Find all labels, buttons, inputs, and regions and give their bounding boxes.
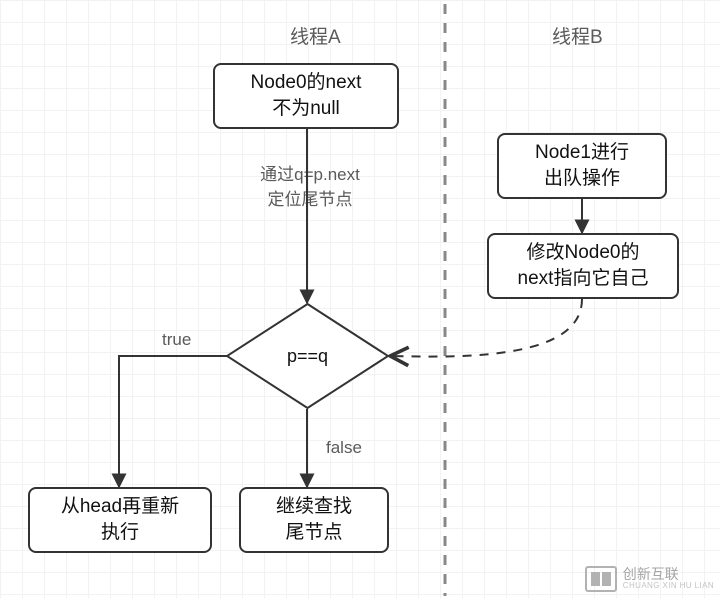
edge-decision-true — [119, 356, 227, 487]
watermark-sub: CHUANG XIN HU LIAN — [623, 582, 714, 590]
node-modify-b-text: 修改Node0的next指向它自己 — [518, 240, 649, 291]
watermark-brand: 创新互联 — [623, 567, 714, 582]
node-start-b-text: Node1进行出队操作 — [535, 140, 629, 191]
edge-label-via-q: 通过q=p.next定位尾节点 — [240, 160, 380, 210]
node-decision-text: p==q — [226, 303, 389, 409]
watermark-logo-icon — [585, 566, 617, 592]
node-start-a-text: Node0的next不为null — [251, 70, 362, 121]
node-start-b: Node1进行出队操作 — [497, 133, 667, 199]
node-start-a: Node0的next不为null — [213, 63, 399, 129]
lane-header-b: 线程B — [552, 22, 603, 49]
edge-label-false: false — [326, 438, 362, 458]
node-left-end-text: 从head再重新执行 — [61, 494, 179, 545]
node-decision: p==q — [226, 303, 389, 409]
edge-label-true: true — [162, 330, 191, 350]
flowchart-canvas: 线程A 线程B Node0的next不为null Node1进行出队操作 修改N… — [0, 0, 720, 598]
lane-header-a: 线程A — [290, 22, 341, 49]
node-left-end: 从head再重新执行 — [28, 487, 212, 553]
node-right-end: 继续查找尾节点 — [239, 487, 389, 553]
node-modify-b: 修改Node0的next指向它自己 — [487, 233, 679, 299]
node-right-end-text: 继续查找尾节点 — [276, 494, 352, 545]
edge-b-modify-to-decision — [392, 299, 582, 357]
watermark: 创新互联 CHUANG XIN HU LIAN — [585, 566, 714, 592]
